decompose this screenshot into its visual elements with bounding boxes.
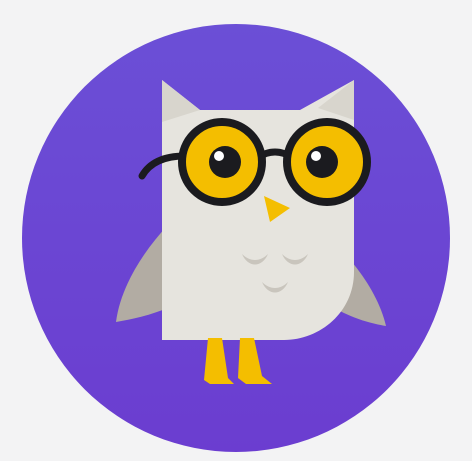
right-pupil <box>306 146 338 178</box>
right-pupil-highlight <box>311 151 321 161</box>
left-pupil <box>209 146 241 178</box>
left-pupil-highlight <box>214 151 224 161</box>
app-icon-canvas <box>0 0 472 461</box>
owl-mascot-icon <box>22 24 450 452</box>
